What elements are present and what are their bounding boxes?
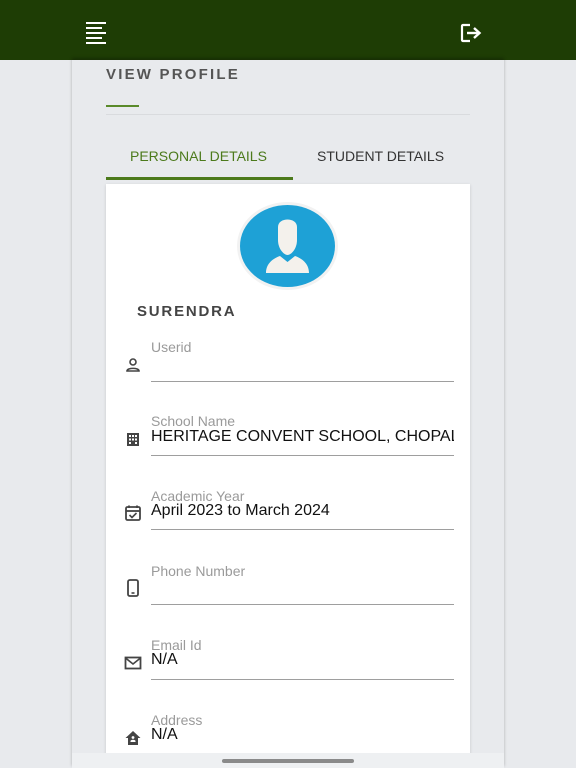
- page-title: VIEW PROFILE: [106, 66, 240, 83]
- phone-icon: [124, 579, 142, 597]
- email-icon: [124, 654, 142, 672]
- academic-year-value[interactable]: April 2023 to March 2024: [151, 502, 454, 520]
- person-icon: [124, 356, 142, 374]
- tab-personal-details[interactable]: PERSONAL DETAILS: [130, 148, 267, 164]
- menu-lines-icon[interactable]: [86, 22, 108, 44]
- user-avatar-icon: [240, 205, 335, 287]
- student-name: SURENDRA: [137, 303, 237, 320]
- top-app-bar: [0, 0, 576, 60]
- academic-year-underline: [151, 529, 454, 530]
- title-divider: [106, 114, 470, 115]
- phone-number-underline: [151, 604, 454, 605]
- building-icon: [124, 430, 142, 448]
- logout-icon[interactable]: [459, 22, 483, 44]
- school-name-underline: [151, 455, 454, 456]
- email-value[interactable]: N/A: [151, 651, 454, 669]
- email-underline: [151, 679, 454, 680]
- home-icon: [124, 729, 142, 747]
- school-name-label: School Name: [151, 413, 236, 429]
- calendar-icon: [124, 504, 142, 522]
- userid-label: Userid: [151, 339, 192, 355]
- home-indicator[interactable]: [222, 759, 354, 763]
- title-underline: [106, 105, 139, 107]
- tab-student-details[interactable]: STUDENT DETAILS: [317, 148, 444, 164]
- active-tab-indicator: [106, 177, 293, 180]
- school-name-value[interactable]: HERITAGE CONVENT SCHOOL, CHOPAL: [151, 428, 454, 446]
- phone-number-label: Phone Number: [151, 563, 246, 579]
- address-value[interactable]: N/A: [151, 726, 454, 744]
- userid-underline: [151, 381, 454, 382]
